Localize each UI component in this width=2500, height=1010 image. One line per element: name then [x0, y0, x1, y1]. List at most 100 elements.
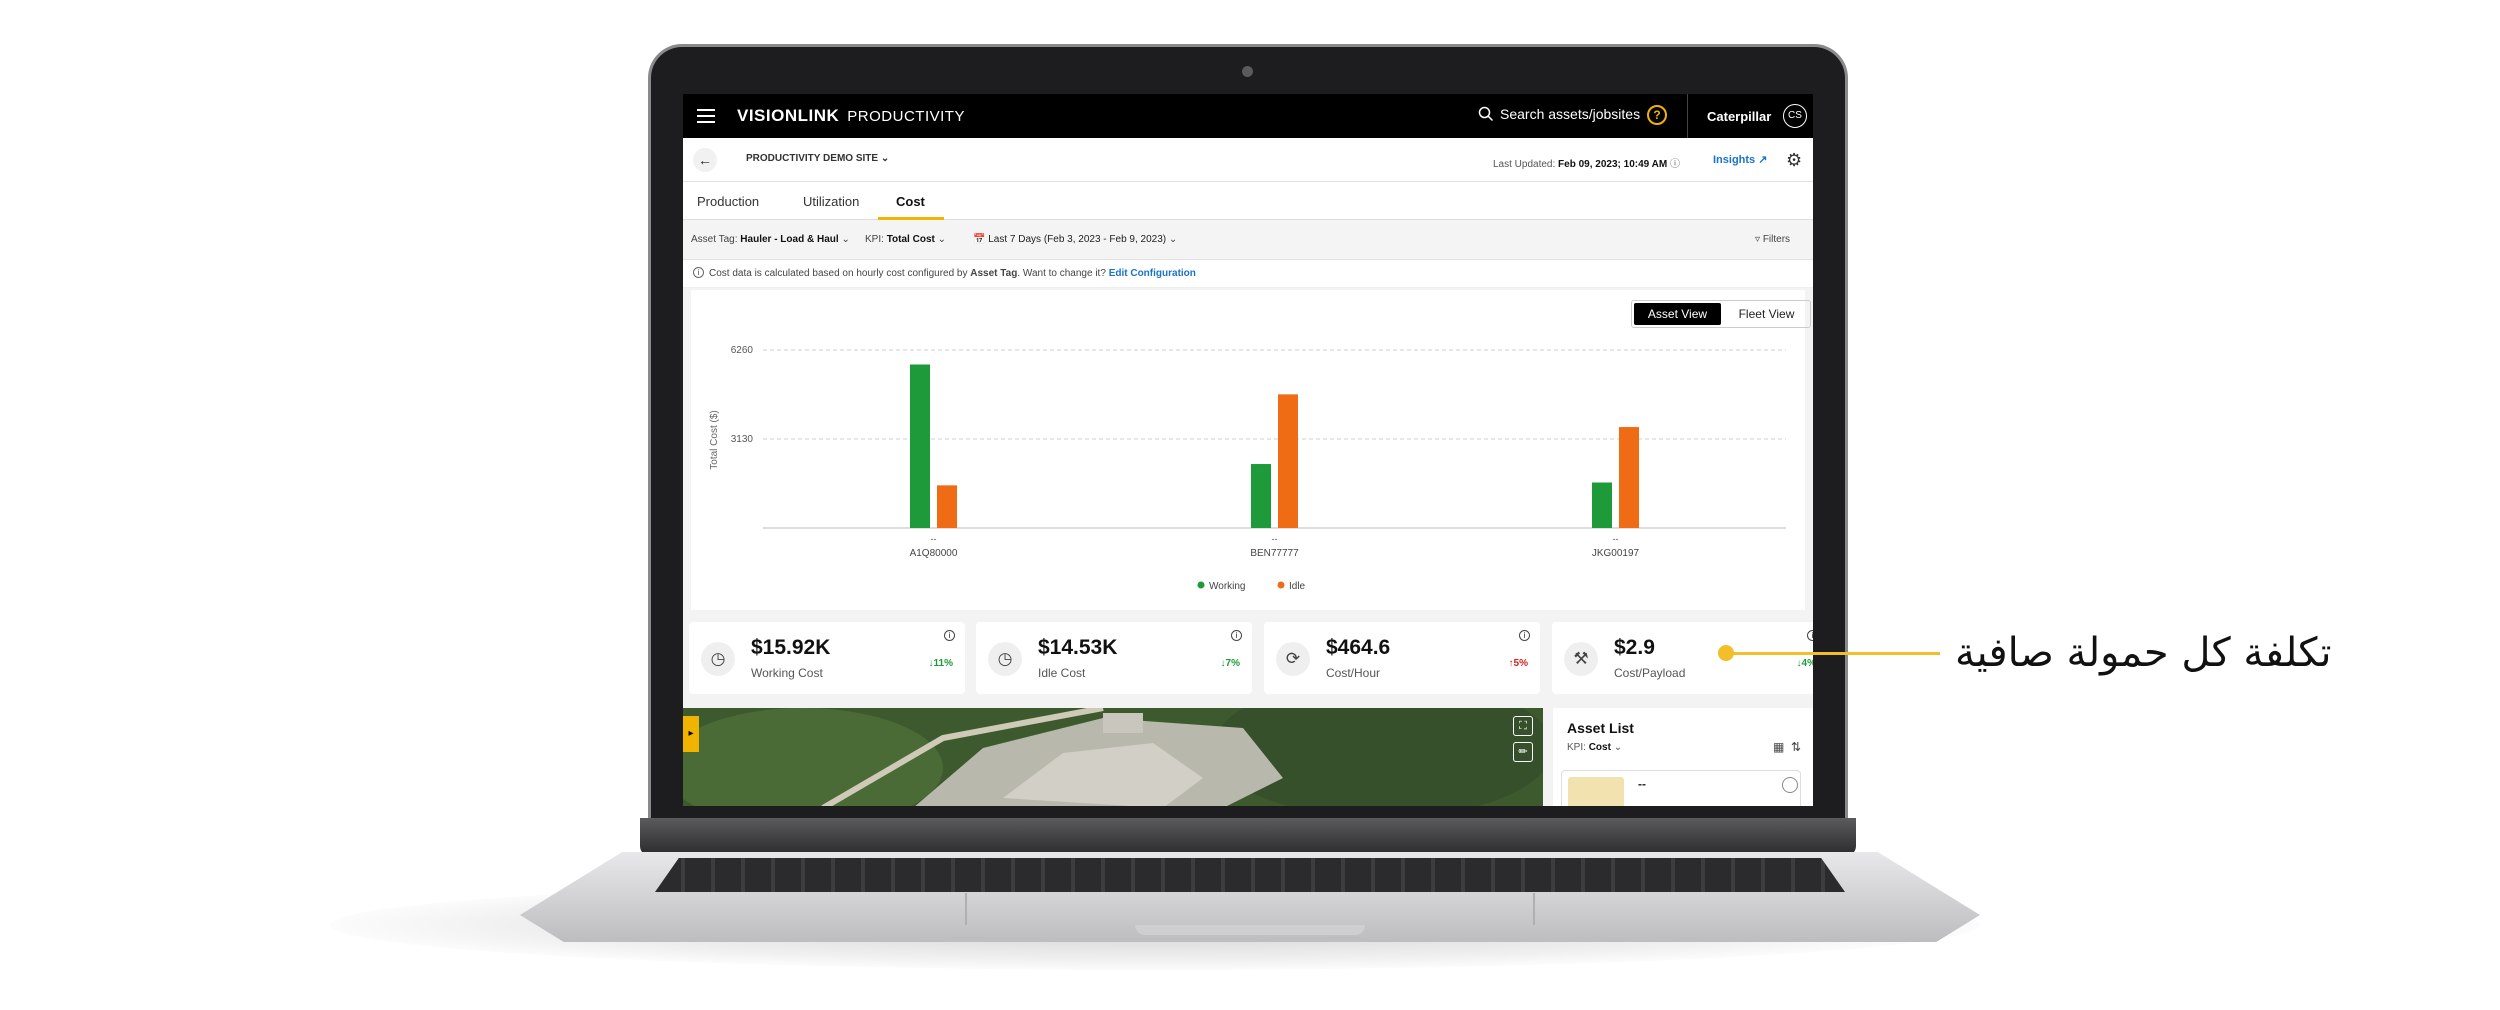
last-updated-value: Feb 09, 2023; 10:49 AM	[1558, 159, 1668, 170]
kpi-row: ◷ $15.92K Working Cost ↓11% i ◷ $14.53K …	[683, 622, 1813, 696]
info-icon[interactable]: i	[944, 630, 955, 641]
chevron-down-icon: ⌄	[1168, 234, 1178, 245]
x-tick-label: JKG00197	[1592, 548, 1640, 559]
date-range-filter[interactable]: 📅 Last 7 Days (Feb 3, 2023 - Feb 9, 2023…	[973, 234, 1177, 245]
top-bar: VISIONLINK PRODUCTIVITY Search assets/jo…	[683, 94, 1813, 138]
search-placeholder: Search assets/jobsites	[1500, 106, 1641, 122]
external-link-icon: ↗	[1758, 154, 1768, 166]
laptop-hinge	[640, 818, 1856, 856]
tab-production[interactable]: Production	[697, 194, 759, 209]
bar-idle	[937, 485, 957, 528]
kpi-card-cost-per-payload[interactable]: ⚒ $2.9 Cost/Payload ↓4% i	[1552, 622, 1813, 694]
bar-idle	[1619, 427, 1639, 528]
tab-cost[interactable]: Cost	[896, 194, 925, 209]
asset-list-kpi-selector[interactable]: KPI: Cost ⌄	[1567, 742, 1622, 753]
kpi-value: $464.6	[1326, 636, 1391, 659]
kpi-card-cost-per-hour[interactable]: ⟳ $464.6 Cost/Hour ↑5% i	[1264, 622, 1540, 694]
asset-list-item[interactable]: --	[1561, 770, 1801, 806]
chevron-down-icon: ⌄	[937, 234, 947, 245]
gear-icon[interactable]: ⚙	[1786, 150, 1802, 171]
info-icon[interactable]: i	[1231, 630, 1242, 641]
kpi-label: Working Cost	[751, 666, 823, 680]
kpi-change-value: 4%	[1801, 658, 1813, 669]
kpi-label: Cost/Hour	[1326, 666, 1381, 680]
info-text-after: . Want to change it?	[1017, 268, 1109, 279]
x-tick-label: BEN77777	[1250, 548, 1299, 559]
edit-configuration-link[interactable]: Edit Configuration	[1109, 268, 1196, 279]
legend-label-idle: Idle	[1289, 581, 1306, 592]
tab-utilization[interactable]: Utilization	[803, 194, 859, 209]
insights-link[interactable]: Insights ↗	[1713, 153, 1767, 166]
info-asset-tag: Asset Tag	[970, 268, 1018, 279]
site-name: PRODUCTIVITY DEMO SITE	[746, 153, 879, 164]
info-icon: ⓘ	[1669, 159, 1680, 170]
asset-tag-filter[interactable]: Asset Tag: Hauler - Load & Haul ⌄	[691, 234, 850, 245]
kpi-change: ↓11%	[929, 658, 953, 669]
kpi-filter[interactable]: KPI: Total Cost ⌄	[865, 234, 946, 245]
stage: VISIONLINK PRODUCTIVITY Search assets/jo…	[0, 0, 2500, 1010]
asset-radio[interactable]	[1782, 777, 1798, 793]
clock-icon: ◷	[988, 642, 1022, 676]
kpi-change-value: 7%	[1225, 658, 1240, 669]
last-updated: Last Updated: Feb 09, 2023; 10:49 AM ⓘ	[1493, 155, 1680, 170]
site-selector[interactable]: PRODUCTIVITY DEMO SITE ⌄	[746, 153, 889, 164]
info-bar: i Cost data is calculated based on hourl…	[683, 260, 1813, 288]
asset-list-tools: ▦ ⇅	[1773, 740, 1801, 754]
asset-item-name: --	[1638, 777, 1646, 791]
kpi-label: KPI:	[865, 234, 884, 245]
x-tick-label: A1Q80000	[910, 548, 958, 559]
refresh-icon: ⟳	[1276, 642, 1310, 676]
kpi-card-working-cost[interactable]: ◷ $15.92K Working Cost ↓11% i	[689, 622, 965, 694]
kpi-change: ↓7%	[1221, 658, 1240, 669]
product-name: PRODUCTIVITY	[847, 107, 965, 125]
filter-bar: Asset Tag: Hauler - Load & Haul ⌄ KPI: T…	[683, 220, 1813, 260]
legend-label-working: Working	[1209, 581, 1246, 592]
search-input[interactable]: Search assets/jobsites	[1478, 106, 1640, 122]
legend-marker-working	[1197, 581, 1205, 589]
cost-bar-chart: Total Cost ($) 3130 6260 -- A1Q80000 -- BEN777…	[709, 345, 1786, 592]
x-tick-sublabel: --	[931, 534, 937, 544]
asset-list-title: Asset List	[1567, 720, 1634, 736]
kpi-value: $15.92K	[751, 636, 831, 659]
camera-icon	[1242, 66, 1253, 77]
chevron-down-icon: ⌄	[1613, 742, 1623, 753]
help-icon[interactable]: ?	[1647, 105, 1667, 125]
legend-marker-idle	[1277, 581, 1285, 589]
info-icon: i	[693, 267, 704, 278]
asset-tag-label: Asset Tag:	[691, 234, 738, 245]
callout-text: تكلفة كل حمولة صافية	[1955, 630, 2332, 676]
filters-button[interactable]: ▿ Filters	[1755, 234, 1790, 245]
y-axis-label: Total Cost ($)	[709, 410, 720, 469]
info-icon[interactable]: i	[1519, 630, 1530, 641]
menu-icon[interactable]	[697, 105, 725, 127]
info-text-before: Cost data is calculated based on hourly …	[709, 268, 971, 279]
back-arrow-icon[interactable]: ←	[693, 148, 717, 172]
asset-thumbnail	[1568, 777, 1624, 806]
sort-icon[interactable]: ⇅	[1791, 740, 1801, 754]
kpi-value: $2.9	[1614, 636, 1655, 659]
kpi-change: ↓4%	[1797, 658, 1813, 669]
laptop-keyboard	[655, 858, 1845, 892]
logo: VISIONLINK	[737, 106, 840, 125]
laptop-trackpad	[965, 893, 1535, 925]
asset-list-kpi-value: Cost	[1588, 742, 1611, 753]
kpi-value: Total Cost	[886, 234, 935, 245]
kpi-value: $14.53K	[1038, 636, 1118, 659]
x-tick-sublabel: --	[1272, 534, 1278, 544]
expand-panel-icon[interactable]: ▸	[683, 716, 699, 752]
bar-working	[910, 364, 930, 528]
fullscreen-icon[interactable]: ⛶	[1513, 716, 1533, 736]
info-icon[interactable]: i	[1807, 630, 1813, 641]
payload-icon: ⚒	[1564, 642, 1598, 676]
org-name[interactable]: Caterpillar	[1707, 109, 1771, 124]
export-icon[interactable]: ▦	[1773, 740, 1784, 754]
bar-working	[1592, 482, 1612, 528]
ruler-icon[interactable]: ✏	[1513, 742, 1533, 762]
site-map[interactable]: ▸ ⛶ ✏	[683, 708, 1543, 806]
tab-bar: Production Utilization Cost	[683, 182, 1813, 220]
bar-working	[1251, 464, 1271, 528]
info-text: Cost data is calculated based on hourly …	[709, 268, 1196, 279]
avatar[interactable]: CS	[1783, 104, 1807, 128]
filter-icon: ▿	[1755, 234, 1761, 245]
kpi-card-idle-cost[interactable]: ◷ $14.53K Idle Cost ↓7% i	[976, 622, 1252, 694]
